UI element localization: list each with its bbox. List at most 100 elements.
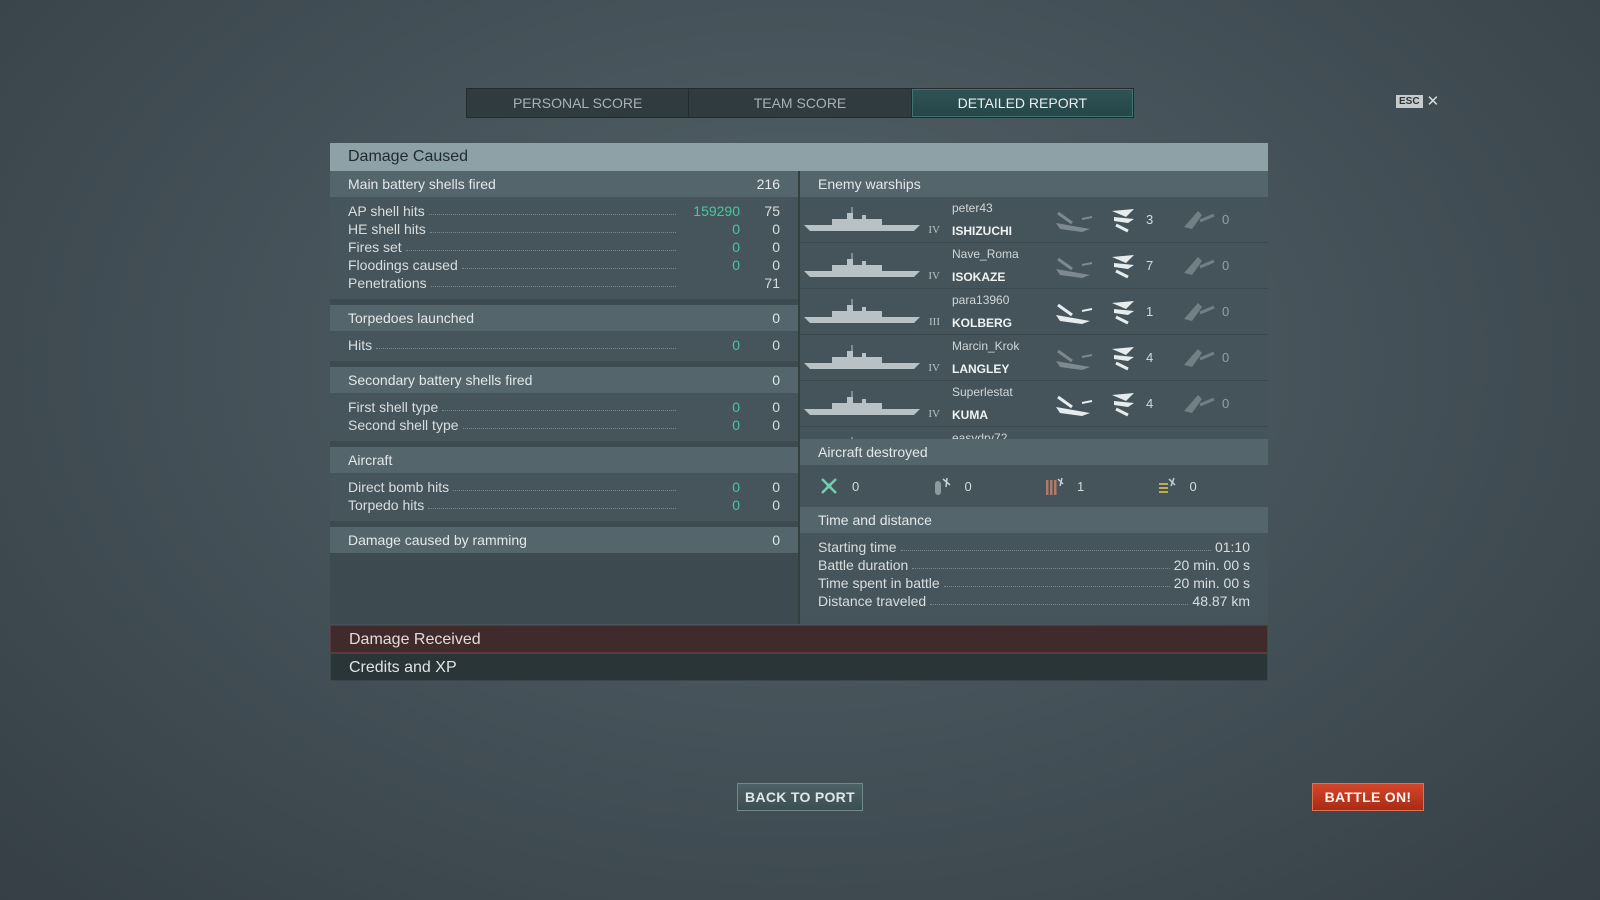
stat-label: AP shell hits	[348, 203, 425, 219]
stat-row-distance: Distance traveled 48.87 km	[818, 591, 1250, 609]
stat-value: 48.87 km	[1192, 593, 1250, 609]
ramming-value: 0	[772, 532, 780, 548]
aircraft-spotter: 0	[1156, 475, 1269, 497]
stat-damage: 0	[732, 479, 740, 495]
damage-caused-left-column: Main battery shells fired 216 AP shell h…	[330, 171, 798, 624]
ship-names: peter43 ISHIZUCHI	[940, 201, 1050, 239]
stat-label: Starting time	[818, 539, 897, 555]
close-icon[interactable]: ✕	[1427, 94, 1440, 109]
stat-row-second-shell: Second shell type 0 0	[348, 415, 780, 433]
time-distance-body: Starting time 01:10 Battle duration 20 min…	[800, 533, 1268, 617]
aircraft-fighter: 0	[818, 475, 931, 497]
enemy-ship-row: IV Marcin_Krok LANGLEY 4 0	[800, 335, 1268, 381]
aircraft-destroyed-header: Aircraft destroyed	[800, 439, 1268, 465]
ship-destroyed-icon	[1050, 205, 1098, 235]
ship-destroyed-icon	[1050, 389, 1098, 419]
stat-damage: 0	[732, 337, 740, 353]
aircraft-torpedo-bomber-count: 1	[1077, 478, 1085, 494]
aircraft-destroyed-row: 0 0 1 0	[800, 465, 1268, 507]
damage-received-header[interactable]: Damage Received	[330, 625, 1268, 653]
spotted-icon	[1098, 435, 1146, 439]
stat-damage: 0	[732, 417, 740, 433]
aircraft-spotter-count: 0	[1189, 478, 1197, 494]
spotted-icon	[1098, 343, 1146, 373]
ship-silhouette-icon	[802, 389, 922, 419]
stat-row-floodings: Floodings caused 0 0	[348, 255, 780, 273]
time-distance-label: Time and distance	[818, 512, 932, 528]
damage-caused-panel: Damage Caused Main battery shells fired …	[330, 143, 1268, 624]
ship-destroyed-icon	[1050, 297, 1098, 327]
spotted-count: 7	[1146, 258, 1154, 273]
stat-label: Second shell type	[348, 417, 459, 433]
stat-label: First shell type	[348, 399, 439, 415]
third-count: 0	[1222, 396, 1230, 411]
stat-value: 71	[764, 275, 780, 291]
back-to-port-button[interactable]: BACK TO PORT	[737, 783, 863, 811]
spotted-count: 1	[1146, 304, 1154, 319]
ship-name: KOLBERG	[952, 315, 1012, 330]
stat-label: HE shell hits	[348, 221, 426, 237]
torpedoes-header: Torpedoes launched 0	[330, 305, 798, 331]
aircraft-header: Aircraft	[330, 447, 798, 473]
stat-value: 0	[772, 417, 780, 433]
aircraft-dive-bomber: 0	[931, 475, 1044, 497]
tab-team-score[interactable]: TEAM SCORE	[689, 89, 912, 117]
main-battery-value: 216	[756, 176, 780, 192]
ship-tier: IV	[928, 224, 940, 236]
aircraft-fighter-count: 0	[852, 478, 860, 494]
enemy-warships-label: Enemy warships	[818, 176, 921, 192]
stat-damage: 159290	[693, 203, 740, 219]
stat-value: 0	[772, 479, 780, 495]
stat-row-fires: Fires set 0 0	[348, 237, 780, 255]
damage-dealt-icon	[1174, 205, 1222, 235]
third-count: 0	[1222, 304, 1230, 319]
ship-names: easydry72	[940, 431, 1050, 440]
stat-row-he-hits: HE shell hits 0 0	[348, 219, 780, 237]
ship-destroyed-icon	[1050, 251, 1098, 281]
main-battery-label: Main battery shells fired	[348, 176, 496, 192]
stat-label: Floodings caused	[348, 257, 458, 273]
ship-silhouette-icon	[802, 297, 922, 327]
stat-damage: 0	[732, 399, 740, 415]
stat-value: 0	[772, 239, 780, 255]
stat-label: Distance traveled	[818, 593, 927, 609]
ship-silhouette-icon	[802, 251, 922, 281]
stat-value: 0	[772, 221, 780, 237]
player-name: Marcin_Krok	[952, 338, 1020, 353]
credits-xp-header[interactable]: Credits and XP	[330, 653, 1268, 681]
battle-on-button[interactable]: BATTLE ON!	[1312, 783, 1424, 811]
damage-dealt-icon	[1174, 389, 1222, 419]
secondary-body: First shell type 0 0 Second shell type 0 0	[330, 393, 798, 441]
stat-row-starting-time: Starting time 01:10	[818, 537, 1250, 555]
spotted-count: 3	[1146, 212, 1154, 227]
stat-row-air-torpedo-hits: Torpedo hits 0 0	[348, 495, 780, 513]
stat-row-battle-duration: Battle duration 20 min. 00 s	[818, 555, 1250, 573]
damage-dealt-icon	[1174, 435, 1222, 440]
tab-detailed-report[interactable]: DETAILED REPORT	[911, 89, 1133, 117]
stat-label: Torpedo hits	[348, 497, 425, 513]
aircraft-body: Direct bomb hits 0 0 Torpedo hits 0 0	[330, 473, 798, 521]
esc-close-button[interactable]: ESC ✕	[1396, 94, 1439, 109]
ship-names: Marcin_Krok LANGLEY	[940, 339, 1050, 377]
enemy-warships-list[interactable]: IV peter43 ISHIZUCHI 3 0 IV Nave_Roma ISOKAZE 7 0…	[800, 197, 1268, 439]
ship-silhouette-icon	[802, 205, 922, 235]
ramming-header: Damage caused by ramming 0	[330, 527, 798, 553]
stat-value: 0	[772, 337, 780, 353]
spotter-icon	[1158, 477, 1176, 493]
ship-destroyed-icon	[1050, 343, 1098, 373]
torpedoes-label: Torpedoes launched	[348, 310, 475, 326]
damage-caused-header[interactable]: Damage Caused	[330, 143, 1268, 171]
damage-dealt-icon	[1174, 297, 1222, 327]
damage-dealt-icon	[1174, 343, 1222, 373]
main-battery-body: AP shell hits 159290 75 HE shell hits 0 0 Fi…	[330, 197, 798, 299]
stat-value: 0	[772, 257, 780, 273]
player-name: peter43	[952, 200, 993, 215]
time-distance-header: Time and distance	[800, 507, 1268, 533]
stat-label: Fires set	[348, 239, 402, 255]
tab-personal-score[interactable]: PERSONAL SCORE	[467, 89, 690, 117]
torpedoes-value: 0	[772, 310, 780, 326]
secondary-value: 0	[772, 372, 780, 388]
stat-row-torpedo-hits: Hits 0 0	[348, 335, 780, 353]
damage-caused-right-column: Enemy warships IV peter43 ISHIZUCHI 3 0 IV Nav…	[798, 171, 1268, 624]
secondary-label: Secondary battery shells fired	[348, 372, 533, 388]
